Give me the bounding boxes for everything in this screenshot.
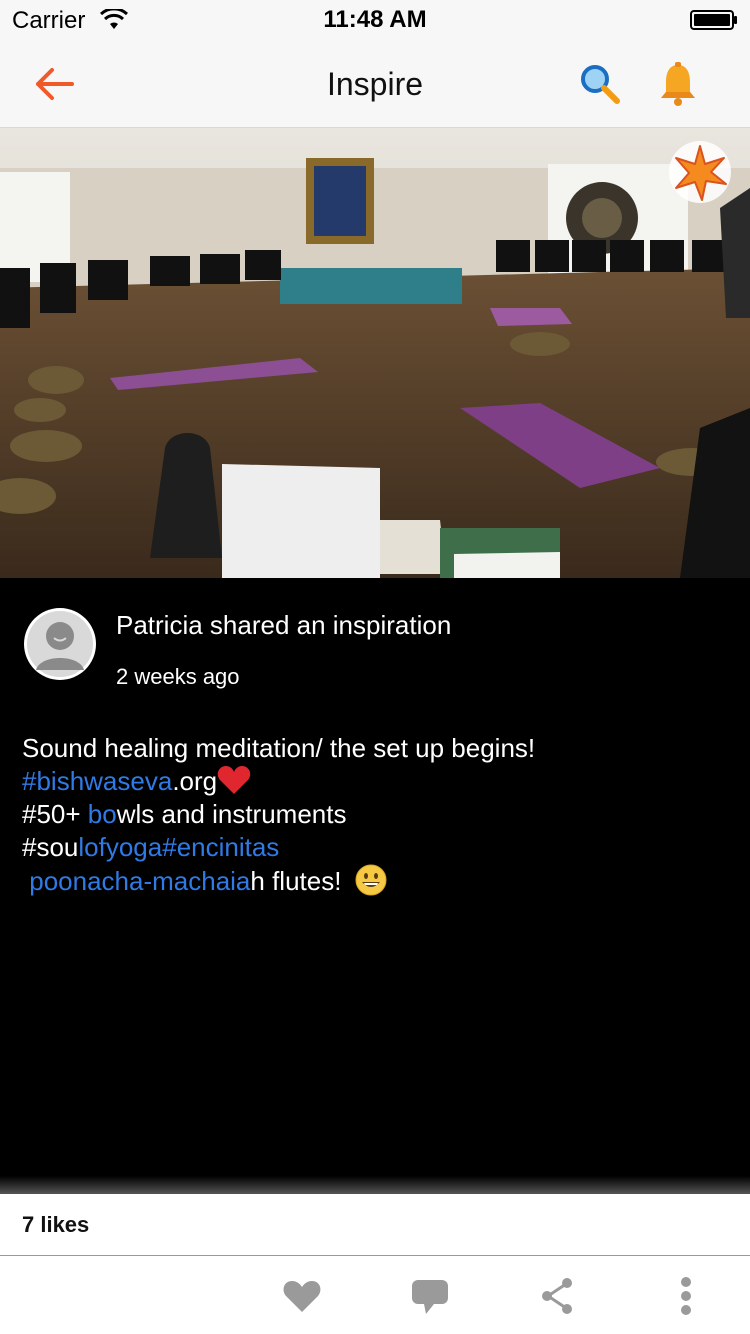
hashtag-link[interactable]: bo xyxy=(88,799,117,829)
meditation-room-image xyxy=(0,128,750,578)
post-text-segment: #50+ xyxy=(22,799,88,829)
page-title: Inspire xyxy=(326,66,424,102)
heart-emoji-icon xyxy=(217,766,251,794)
likes-bar: 7 likes xyxy=(0,1194,750,1256)
post-line: #50+ bowls and instruments xyxy=(22,798,722,831)
status-time: 11:48 AM xyxy=(323,6,427,33)
hashtag-link[interactable]: #bishwaseva xyxy=(22,766,172,796)
bell-icon[interactable] xyxy=(656,60,700,108)
post-author-line: Patricia shared an inspiration xyxy=(116,610,452,640)
hashtag-link[interactable]: lofyoga#encinitas xyxy=(78,832,279,862)
post-line: Sound healing meditation/ the set up beg… xyxy=(22,732,722,765)
star-burst-icon[interactable] xyxy=(668,140,732,204)
comment-icon[interactable] xyxy=(408,1274,452,1318)
post-text-segment: wls and instruments xyxy=(116,799,347,829)
post-timestamp: 2 weeks ago xyxy=(116,664,240,689)
post-line: poonacha-machaiah flutes! xyxy=(22,864,722,898)
divider-shadow xyxy=(0,1176,750,1194)
post-text-segment: h flutes! xyxy=(250,866,349,896)
nav-bar: Inspire xyxy=(0,40,750,128)
post-line: #soulofyoga#encinitas xyxy=(22,831,722,864)
post-card: Patricia shared an inspiration 2 weeks a… xyxy=(0,578,750,1190)
avatar[interactable] xyxy=(24,608,96,680)
heart-icon[interactable] xyxy=(280,1274,324,1318)
post-text-segment: #sou xyxy=(22,832,79,862)
post-text-segment: Sound healing meditation/ the set up beg… xyxy=(22,733,536,763)
share-icon[interactable] xyxy=(536,1274,580,1318)
likes-count[interactable]: 7 likes xyxy=(22,1212,89,1238)
battery-icon xyxy=(690,10,737,30)
post-photo[interactable] xyxy=(0,128,750,578)
post-text-segment: .org xyxy=(172,766,218,796)
search-icon[interactable] xyxy=(578,62,622,106)
user-placeholder-icon xyxy=(25,609,95,679)
grinning-emoji-icon xyxy=(355,864,387,896)
mention-link[interactable]: poonacha-machaia xyxy=(29,866,250,896)
action-bar xyxy=(0,1256,750,1334)
status-bar: Carrier 11:48 AM xyxy=(0,0,750,40)
post-line: #bishwaseva.org xyxy=(22,765,722,798)
more-vertical-icon[interactable] xyxy=(664,1274,708,1318)
post-text: Sound healing meditation/ the set up beg… xyxy=(22,732,722,898)
